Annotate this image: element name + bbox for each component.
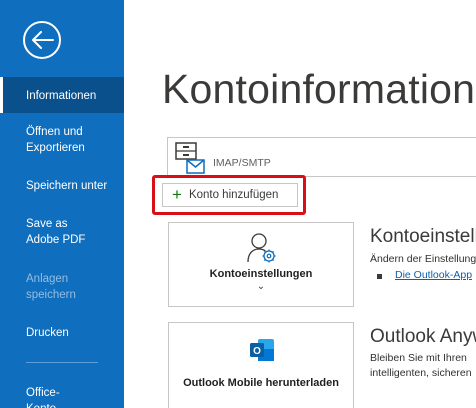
- nav-item-label: Informationen: [26, 90, 97, 102]
- nav-item-office-konto[interactable]: Office-Konto: [0, 385, 84, 408]
- nav-item-anlagen-speichern: Anlagen speichern: [0, 271, 100, 303]
- add-account-label: Konto hinzufügen: [188, 189, 279, 201]
- nav-item-label: Anlagen speichern: [26, 273, 76, 301]
- account-settings-tile[interactable]: Kontoeinstellungen ⌄: [168, 222, 354, 307]
- outlook-app-link[interactable]: Die Outlook-App: [395, 269, 472, 281]
- chevron-down-icon: ⌄: [256, 281, 266, 292]
- nav-item-label: Öffnen und Exportieren: [26, 126, 85, 154]
- page-title: Kontoinformationen: [162, 66, 476, 112]
- arrow-left-icon: [32, 31, 54, 49]
- nav-item-oeffnen-exportieren[interactable]: Öffnen und Exportieren: [0, 124, 124, 156]
- nav-item-drucken[interactable]: Drucken: [0, 325, 124, 341]
- nav-item-save-as-pdf[interactable]: Save as Adobe PDF: [0, 216, 108, 248]
- section-text-account-settings: Ändern der Einstellungen: [370, 253, 476, 265]
- account-type-label: IMAP/SMTP: [213, 157, 271, 169]
- nav-item-label: Drucken: [26, 327, 69, 339]
- section-heading-outlook-anywhere: Outlook Anywhere: [370, 326, 476, 347]
- bullet-icon: [377, 274, 382, 279]
- add-account-button[interactable]: + Konto hinzufügen: [162, 183, 298, 207]
- outlook-mobile-label: Outlook Mobile herunterladen: [183, 377, 339, 389]
- nav-item-informationen[interactable]: Informationen: [0, 77, 124, 113]
- nav-divider: [26, 362, 98, 363]
- account-selector[interactable]: IMAP/SMTP: [167, 137, 476, 177]
- nav-item-label: Office-Konto: [26, 387, 60, 408]
- account-settings-label: Kontoeinstellungen: [209, 268, 313, 280]
- outlook-logo-icon: O: [250, 339, 274, 361]
- person-gear-icon: [247, 233, 276, 263]
- section-heading-account-settings: Kontoeinstellungen: [370, 226, 476, 247]
- mailbox-icon: [175, 142, 205, 174]
- back-button[interactable]: [23, 21, 61, 59]
- svg-text:O: O: [253, 346, 261, 357]
- section-text-line: Bleiben Sie mit Ihren: [370, 352, 467, 364]
- outlook-mobile-tile[interactable]: O Outlook Mobile herunterladen: [168, 322, 354, 408]
- backstage-sidebar: Informationen Öffnen und Exportieren Spe…: [0, 0, 124, 408]
- nav-item-label: Save as Adobe PDF: [26, 218, 86, 246]
- nav-item-label: Speichern unter: [26, 180, 108, 192]
- plus-icon: +: [172, 185, 182, 204]
- section-text-line: intelligenten, sicheren: [370, 367, 472, 379]
- backstage-view: Informationen Öffnen und Exportieren Spe…: [0, 0, 476, 408]
- nav-item-speichern-unter[interactable]: Speichern unter: [0, 178, 124, 194]
